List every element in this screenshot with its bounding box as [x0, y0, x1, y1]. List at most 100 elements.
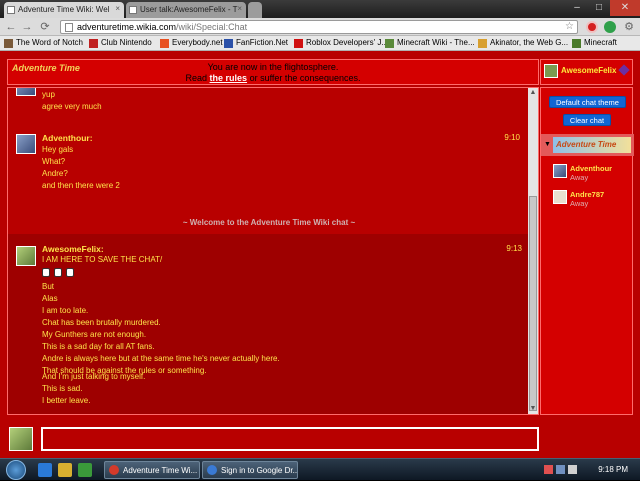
message-line: But — [42, 282, 55, 291]
bookmark-item[interactable]: FanFiction.Net — [224, 38, 288, 48]
maximize-icon[interactable]: □ — [588, 0, 610, 16]
folder-icon[interactable] — [58, 463, 72, 477]
bookmark-item[interactable]: Roblox Developers' J... — [294, 38, 388, 48]
scroll-thumb[interactable] — [529, 196, 537, 411]
user-list-name[interactable]: Andre787 — [570, 190, 604, 199]
chat-scrollbar[interactable]: ▲ ▼ — [528, 88, 538, 414]
media-player-icon[interactable] — [78, 463, 92, 477]
start-button-icon[interactable] — [6, 460, 26, 480]
taskbar-clock[interactable]: 9:18 PM — [598, 465, 628, 474]
tab-adventure-time-wiki[interactable]: Adventure Time Wiki: Wel × — [4, 2, 124, 18]
avatar — [16, 246, 36, 266]
address-bar[interactable]: adventuretime.wikia.com/wiki/Special:Cha… — [60, 20, 578, 34]
taskbar-task-chrome[interactable]: Adventure Time Wi... — [104, 461, 200, 479]
close-window-icon[interactable]: ✕ — [610, 0, 640, 16]
bookmark-item[interactable]: Club Nintendo — [89, 38, 152, 48]
page-favicon-icon — [7, 6, 15, 14]
message-line: This is sad. — [42, 384, 83, 393]
bookmark-favicon-icon — [572, 39, 581, 48]
forward-arrow-icon[interactable]: → — [20, 20, 34, 34]
message-timestamp: 9:10 — [504, 133, 520, 142]
back-arrow-icon[interactable]: ← — [4, 20, 18, 34]
message-line: This is a sad day for all AT fans. — [42, 342, 155, 351]
system-tray: 9:18 PM — [540, 459, 640, 481]
bookmark-star-icon[interactable]: ☆ — [565, 21, 574, 33]
window-controls: – □ ✕ — [566, 0, 640, 16]
message-line: and then there were 2 — [42, 181, 120, 190]
avatar — [9, 427, 33, 451]
bookmarks-bar: The Word of Notch Club Nintendo Everybod… — [0, 36, 640, 51]
bookmark-item[interactable]: Minecraft Wiki - The... — [385, 38, 475, 48]
welcome-message: ~ Welcome to the Adventure Time Wiki cha… — [182, 218, 356, 227]
message-username[interactable]: Adventhour: — [42, 133, 93, 143]
message-line: My Gunthers are not enough. — [42, 330, 147, 339]
message-line: What? — [42, 157, 66, 166]
bookmark-item[interactable]: Minecraft — [572, 38, 617, 48]
bookmark-favicon-icon — [160, 39, 169, 48]
taskbar-task-google-drive[interactable]: Sign in to Google Dr... — [202, 461, 298, 479]
bookmark-favicon-icon — [4, 39, 13, 48]
window-icon — [207, 465, 217, 475]
extension-icon[interactable] — [604, 21, 616, 33]
avatar — [553, 164, 567, 178]
message-line: I better leave. — [42, 396, 91, 405]
avatar — [16, 134, 36, 154]
message-line: yup — [42, 90, 55, 99]
header-message: You are now in the flightosphere. — [207, 62, 339, 72]
clear-chat-button[interactable]: Clear chat — [563, 114, 611, 126]
scroll-up-icon[interactable]: ▲ — [528, 88, 538, 98]
bookmark-favicon-icon — [224, 39, 233, 48]
chat-message-input[interactable] — [41, 427, 539, 451]
bookmark-item[interactable]: Everybody.net — [160, 38, 223, 48]
message-line: I am too late. — [42, 306, 89, 315]
gunther-emoticon-icon — [42, 268, 50, 278]
user-list-name[interactable]: Adventhour — [570, 164, 612, 173]
volume-icon[interactable] — [568, 465, 577, 474]
user-status: Away — [570, 199, 589, 208]
internet-explorer-icon[interactable] — [38, 463, 52, 477]
reload-icon[interactable]: ⟳ — [38, 20, 52, 34]
message-line: Hey gals — [42, 145, 74, 154]
bookmark-favicon-icon — [294, 39, 303, 48]
own-message-block: AwesomeFelix: 9:13 I AM HERE TO SAVE THE… — [8, 234, 530, 414]
gunther-emoticons — [42, 268, 78, 278]
close-tab-icon[interactable]: × — [237, 4, 242, 13]
scroll-down-icon[interactable]: ▼ — [528, 404, 538, 414]
minimize-icon[interactable]: – — [566, 0, 588, 16]
message-line: And I'm just talking to myself. — [42, 372, 146, 381]
tab-user-talk[interactable]: User talk:AwesomeFelix - T × — [126, 2, 246, 18]
close-tab-icon[interactable]: × — [115, 4, 120, 13]
page-favicon-icon — [129, 6, 137, 14]
bookmark-favicon-icon — [385, 39, 394, 48]
header-rules-line: Read the rules or suffer the consequence… — [185, 73, 361, 83]
message-line: I AM HERE TO SAVE THE CHAT/ — [42, 255, 163, 264]
avatar — [544, 64, 558, 78]
message-line: Andre? — [42, 169, 68, 178]
avatar — [16, 88, 36, 96]
extension-icon[interactable] — [586, 21, 598, 33]
browser-toolbar: ← → ⟳ adventuretime.wikia.com/wiki/Speci… — [0, 18, 640, 36]
current-user-name: AwesomeFelix — [561, 66, 617, 75]
chat-sidebar: Default chat theme Clear chat ▼ Adventur… — [540, 87, 634, 415]
message-line: agree very much — [42, 102, 102, 111]
room-logo: Adventure Time — [553, 137, 631, 153]
current-user-header[interactable]: AwesomeFelix — [540, 59, 633, 85]
chat-header: Adventure Time You are now in the flight… — [7, 59, 539, 85]
bookmark-item[interactable]: Akinator, the Web G... — [478, 38, 568, 48]
bookmark-item[interactable]: The Word of Notch — [4, 38, 83, 48]
default-chat-theme-button[interactable]: Default chat theme — [549, 96, 626, 108]
network-icon[interactable] — [556, 465, 565, 474]
user-menu-icon[interactable] — [618, 64, 630, 76]
chat-messages-area: yup agree very much Adventhour: 9:10 Hey… — [7, 87, 539, 415]
windows-taskbar: Adventure Time Wi... Sign in to Google D… — [0, 458, 640, 480]
gunther-emoticon-icon — [66, 268, 74, 278]
chat-page: Adventure Time You are now in the flight… — [0, 51, 640, 458]
chat-room-row[interactable]: ▼ Adventure Time — [541, 134, 634, 156]
gunther-emoticon-icon — [54, 268, 62, 278]
wrench-menu-icon[interactable]: ⚙ — [622, 20, 636, 34]
collapse-arrow-icon[interactable]: ▼ — [544, 141, 551, 148]
tray-icon[interactable] — [544, 465, 553, 474]
new-tab-button[interactable] — [248, 2, 262, 18]
message-username[interactable]: AwesomeFelix: — [42, 244, 104, 254]
rules-link[interactable]: the rules — [210, 73, 248, 83]
